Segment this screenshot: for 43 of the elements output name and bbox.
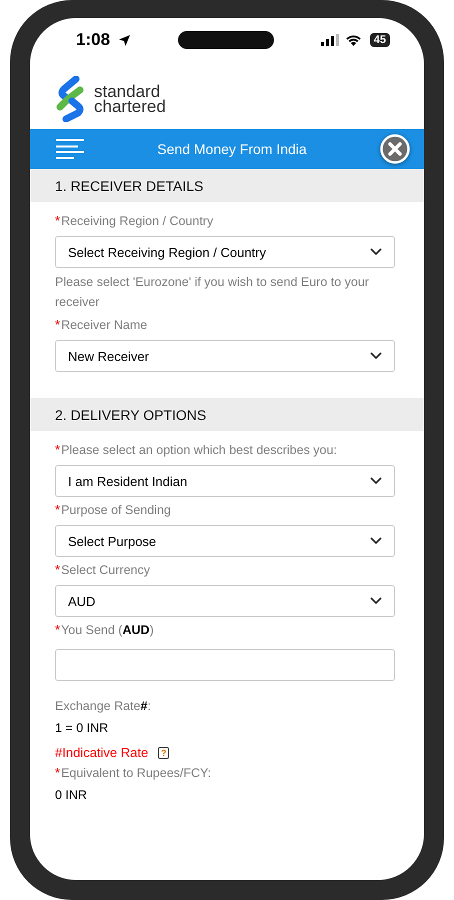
required-mark: * [55, 764, 60, 782]
field-label: Exchange Rate#: [55, 698, 151, 715]
logo-wordmark: standard [94, 84, 160, 99]
chevron-down-icon [370, 248, 382, 256]
field-label: Select Currency [61, 562, 150, 579]
required-mark: * [55, 621, 60, 639]
field-label: Please select an option which best describes you: [61, 442, 337, 459]
input-field[interactable] [55, 649, 395, 681]
field-label: Receiver Name [61, 317, 148, 334]
nav-title: Send Money From India [156, 141, 308, 157]
chevron-down-icon [370, 352, 382, 360]
field-label: Receiving Region / Country [61, 213, 214, 230]
dropdown-field[interactable]: Select Purpose [55, 525, 395, 557]
output-value: 1 = 0 INR [55, 721, 110, 735]
chevron-down-icon [370, 477, 382, 485]
location-arrow-icon [118, 34, 132, 46]
status-time: 1:08 [76, 30, 110, 50]
indicative-rate-note: #Indicative Rate [55, 745, 148, 760]
required-mark: * [55, 561, 60, 579]
field-label: Purpose of Sending [61, 502, 171, 519]
battery-level: 45 [370, 33, 390, 47]
logo-icon [56, 76, 86, 122]
chevron-down-icon [370, 537, 382, 545]
required-mark: * [55, 316, 60, 334]
output-value: 0 INR [55, 788, 88, 802]
field-label: Equivalent to Rupees/FCY: [61, 765, 212, 782]
section-header: 2. DELIVERY OPTIONS [30, 398, 424, 431]
required-mark: * [55, 501, 60, 519]
logo-wordmark: chartered [94, 99, 166, 114]
signal-icon [320, 34, 339, 46]
dropdown-field[interactable]: New Receiver [55, 340, 395, 372]
dropdown-field[interactable]: Select Receiving Region / Country [55, 236, 395, 268]
wifi-icon [344, 34, 362, 46]
field-label: You Send (AUD) [61, 622, 154, 639]
hint-text: Please select 'Eurozone' if you wish to send Euro to your receiver [55, 274, 370, 311]
chevron-down-icon [370, 597, 382, 605]
required-mark: * [55, 441, 60, 459]
dropdown-field[interactable]: AUD [55, 585, 395, 617]
menu-icon[interactable] [56, 139, 84, 159]
section-header: 1. RECEIVER DETAILS [30, 169, 424, 202]
required-mark: * [55, 212, 60, 230]
close-icon[interactable] [380, 134, 410, 164]
dropdown-field[interactable]: I am Resident Indian [55, 465, 395, 497]
